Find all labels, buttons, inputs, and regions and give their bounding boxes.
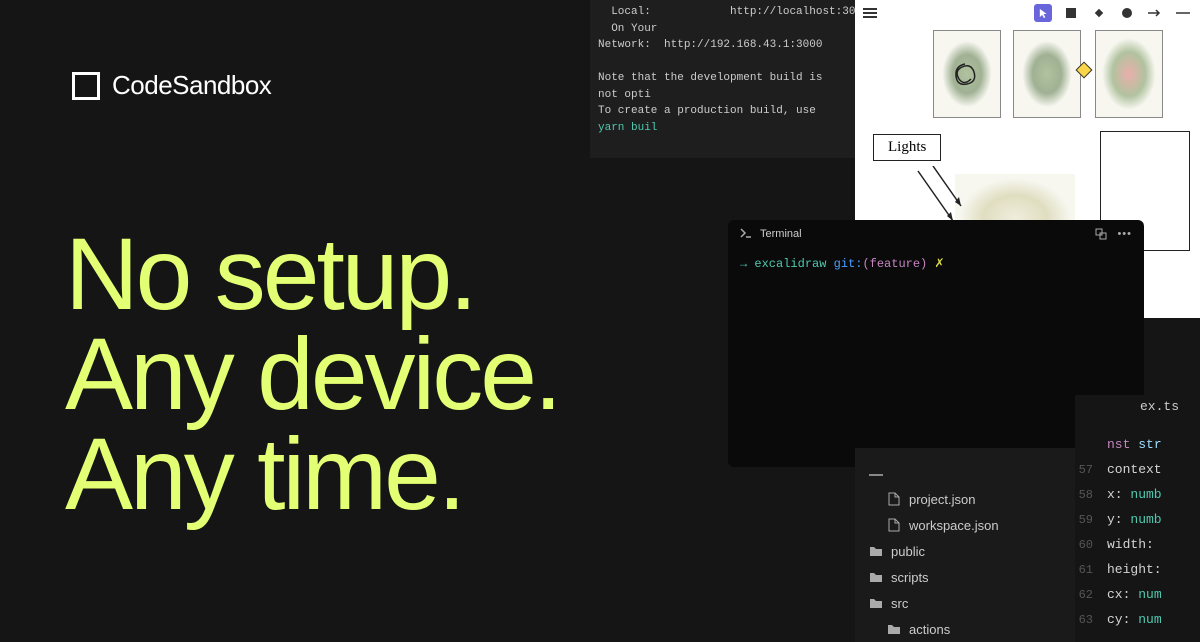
code-content: height: xyxy=(1107,562,1162,577)
folder-name: actions xyxy=(909,622,950,637)
code-content: width: xyxy=(1107,537,1154,552)
line-tool-icon[interactable] xyxy=(1174,4,1192,22)
file-icon xyxy=(887,492,901,506)
whiteboard-toolbar xyxy=(855,3,1200,23)
line-number: 57 xyxy=(1075,463,1107,477)
blank-icon xyxy=(869,470,883,476)
prompt-dirty: ✗ xyxy=(934,257,944,271)
code-content: cy: num xyxy=(1107,612,1162,627)
code-content: x: numb xyxy=(1107,487,1162,502)
folder-name: src xyxy=(891,596,908,611)
code-content: cx: num xyxy=(1107,587,1162,602)
line-number: 63 xyxy=(1075,613,1107,627)
local-label: Local: xyxy=(611,6,651,18)
folder-icon xyxy=(869,544,883,558)
folder-name: scripts xyxy=(891,570,929,585)
terminal-header: Terminal ••• xyxy=(728,220,1144,248)
prompt-arrow: → xyxy=(740,257,754,271)
build-command: yarn buil xyxy=(598,122,657,134)
codesandbox-icon xyxy=(72,72,100,100)
code-line[interactable]: 60width: xyxy=(1075,532,1200,557)
line-number: 62 xyxy=(1075,588,1107,602)
diamond-tool-icon[interactable] xyxy=(1090,4,1108,22)
network-url: http://192.168.43.1:3000 xyxy=(664,39,822,51)
code-content: context xyxy=(1107,462,1162,477)
brand-name: CodeSandbox xyxy=(112,70,271,101)
prompt-cwd: excalidraw xyxy=(754,257,826,271)
line-number: 61 xyxy=(1075,563,1107,577)
code-line[interactable]: nst str xyxy=(1075,432,1200,457)
code-line[interactable]: 61height: xyxy=(1075,557,1200,582)
menu-icon[interactable] xyxy=(863,8,877,18)
code-line[interactable]: 57context xyxy=(1075,457,1200,482)
list-item[interactable]: workspace.json xyxy=(855,512,1075,538)
code-line[interactable]: 63cy: num xyxy=(1075,607,1200,632)
folder-icon xyxy=(869,596,883,610)
code-content: nst str xyxy=(1107,437,1162,452)
build-note-2-pre: To create a production build, use xyxy=(598,105,816,117)
headline-line-2: Any device. xyxy=(65,325,559,425)
list-item[interactable]: public xyxy=(855,538,1075,564)
code-content: y: numb xyxy=(1107,512,1162,527)
terminal-icon xyxy=(740,228,752,240)
more-icon[interactable]: ••• xyxy=(1117,228,1132,240)
folder-name: public xyxy=(891,544,925,559)
code-line[interactable]: 62cx: num xyxy=(1075,582,1200,607)
headline-line-1: No setup. xyxy=(65,225,559,325)
headline: No setup. Any device. Any time. xyxy=(65,225,559,525)
build-note-1: Note that the development build is not o… xyxy=(598,70,847,103)
editor-tab[interactable]: ex.ts xyxy=(1075,395,1200,432)
code-line[interactable]: 58x: numb xyxy=(1075,482,1200,507)
brand-logo: CodeSandbox xyxy=(72,70,271,101)
terminal-title: Terminal xyxy=(760,228,802,240)
local-url: http://localhost:3000 xyxy=(730,6,855,18)
dev-server-output: Local: http://localhost:3000 On Your Net… xyxy=(590,0,855,158)
line-number: 59 xyxy=(1075,513,1107,527)
network-label: On Your Network: xyxy=(598,23,657,52)
prompt-branch: (feature) xyxy=(862,257,927,271)
maximize-icon[interactable] xyxy=(1095,228,1107,240)
line-number: 60 xyxy=(1075,538,1107,552)
prompt-git: git: xyxy=(834,257,863,271)
list-item[interactable]: actions xyxy=(855,616,1075,642)
pointer-tool-icon[interactable] xyxy=(1034,4,1052,22)
scribble-icon xyxy=(950,61,980,89)
file-name: workspace.json xyxy=(909,518,999,533)
square-tool-icon[interactable] xyxy=(1062,4,1080,22)
code-editor[interactable]: ex.ts nst str57context58x: numb59y: numb… xyxy=(1075,395,1200,632)
list-item[interactable] xyxy=(855,460,1075,486)
file-name: project.json xyxy=(909,492,975,507)
arrow-tool-icon[interactable] xyxy=(1146,4,1164,22)
code-line[interactable]: 59y: numb xyxy=(1075,507,1200,532)
terminal-body[interactable]: → excalidraw git:(feature) ✗ xyxy=(728,248,1144,279)
folder-icon xyxy=(869,570,883,584)
file-icon xyxy=(887,518,901,532)
list-item[interactable]: scripts xyxy=(855,564,1075,590)
list-item[interactable]: project.json xyxy=(855,486,1075,512)
file-explorer[interactable]: project.json workspace.json public scrip… xyxy=(855,448,1075,642)
line-number: 58 xyxy=(1075,488,1107,502)
circle-tool-icon[interactable] xyxy=(1118,4,1136,22)
folder-icon xyxy=(887,622,901,636)
headline-line-3: Any time. xyxy=(65,425,559,525)
list-item[interactable]: src xyxy=(855,590,1075,616)
lights-label[interactable]: Lights xyxy=(873,134,941,161)
